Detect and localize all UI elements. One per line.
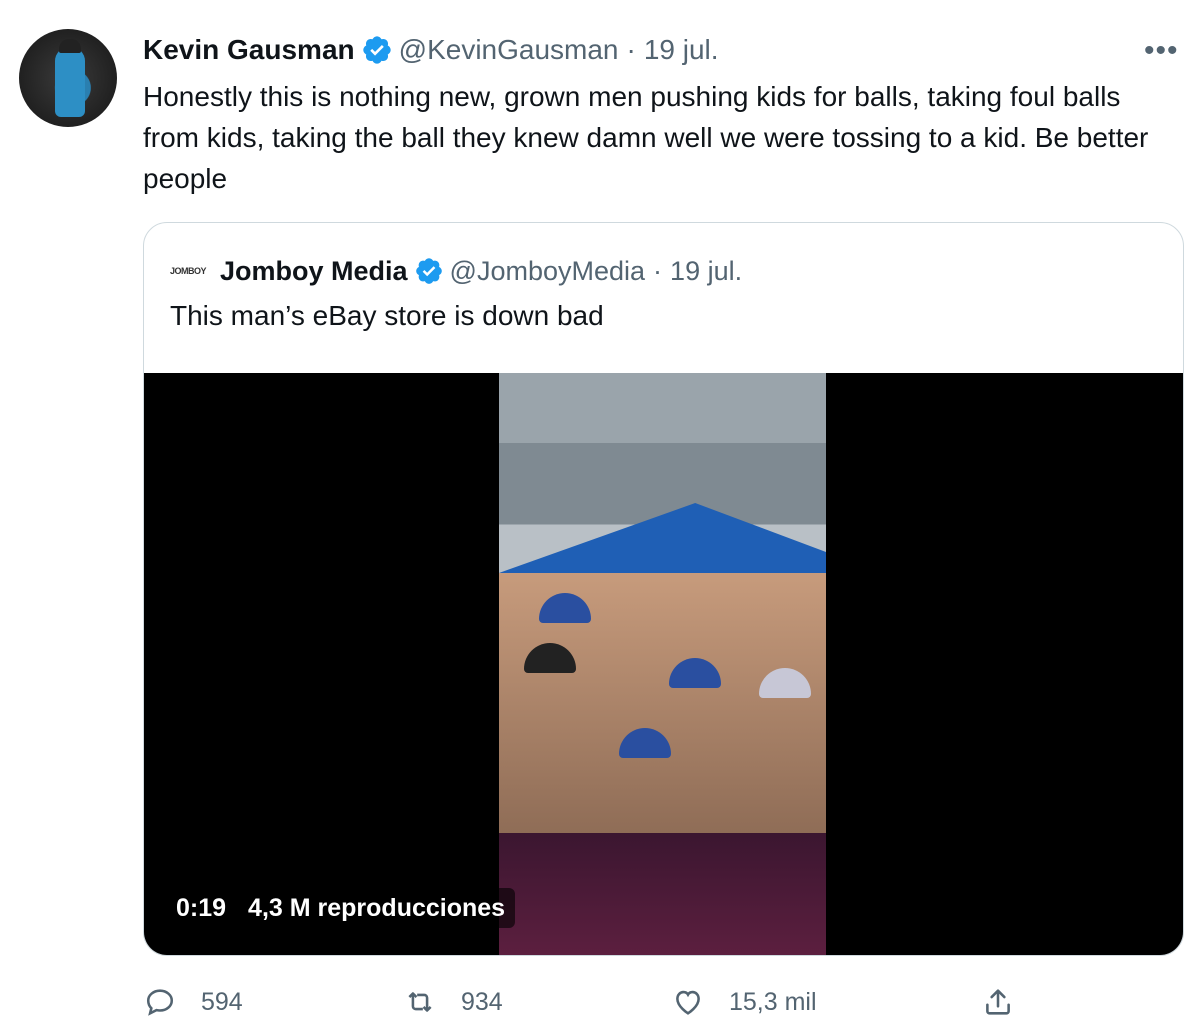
avatar-cap [59,39,81,53]
verified-badge-icon [415,258,442,284]
umbrella-shape [499,503,826,573]
reply-button[interactable]: 594 [143,982,243,1022]
jomboy-logo: JOMBOY [170,266,207,276]
video-duration: 0:19 [176,893,227,922]
video-stats-badge: 0:19 4,3 M reproducciones [166,888,516,928]
retweet-icon [408,992,432,1012]
retweet-count: 934 [461,987,503,1016]
author-handle[interactable]: @KevinGausman [399,34,619,66]
barrier-wall [499,833,826,955]
crowd-shape [499,573,826,843]
tweet-header: Kevin Gausman @KevinGausman · 19 jul. [143,30,719,70]
like-count: 15,3 mil [729,987,817,1016]
quoted-text: This man’s eBay store is down bad [170,300,604,331]
reply-icon [146,989,174,1016]
header-separator: · [626,34,636,65]
like-button[interactable]: 15,3 mil [671,982,817,1022]
quoted-handle[interactable]: @JomboyMedia [450,256,646,287]
quoted-tweet[interactable]: JOMBOY Jomboy Media @JomboyMedia · 19 ju… [143,222,1184,956]
quoted-author-name[interactable]: Jomboy Media [220,256,408,287]
quoted-separator: · [653,255,663,286]
author-name[interactable]: Kevin Gausman [143,34,355,66]
quoted-header: JOMBOY Jomboy Media @JomboyMedia · 19 ju… [170,251,742,291]
tweet-date[interactable]: 19 jul. [644,34,719,66]
author-avatar[interactable] [19,29,117,127]
more-icon[interactable]: ••• [1144,34,1179,68]
video-player[interactable]: 0:19 4,3 M reproducciones [144,373,1183,955]
avatar-figure [55,47,85,117]
video-views: 4,3 M reproducciones [248,893,506,922]
video-frame [499,373,826,955]
share-button[interactable] [981,982,1039,1022]
tweet-text: Honestly this is nothing new, grown men … [143,81,1149,194]
retweet-button[interactable]: 934 [403,982,503,1022]
share-icon [986,989,1010,1015]
verified-badge-icon [362,36,391,64]
action-bar: 594 934 15,3 mil [143,982,1183,1022]
reply-count: 594 [201,987,243,1016]
like-icon [676,990,700,1015]
quoted-date[interactable]: 19 jul. [670,256,742,287]
